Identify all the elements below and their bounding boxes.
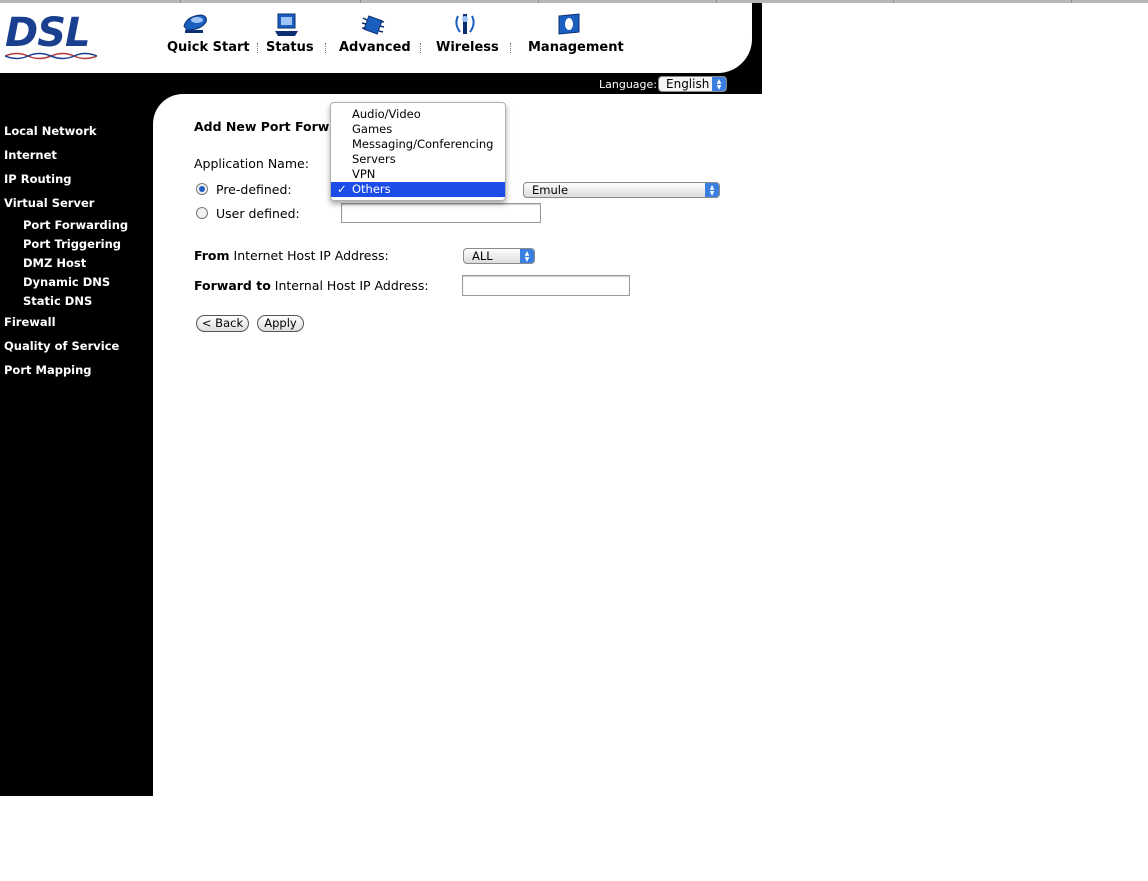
sidebar-item-firewall[interactable]: Firewall [4,315,56,329]
option-label: Games [352,122,393,136]
language-label: Language: [599,78,657,91]
dropdown-option-audio-video[interactable]: Audio/Video [331,107,505,122]
option-label: Audio/Video [352,107,421,121]
nav-label: Quick Start [167,40,250,55]
sidebar-subitem-port-forwarding[interactable]: Port Forwarding [23,218,128,232]
select-arrows-icon: ▲ ▼ [712,77,726,91]
select-arrows-icon: ▲ ▼ [705,183,719,197]
dropdown-option-servers[interactable]: Servers [331,152,505,167]
chip-icon [361,15,385,35]
dropdown-option-others[interactable]: ✓ Others [331,182,505,197]
page-title: Add New Port Forwa [194,119,338,134]
nav-quick-start[interactable]: Quick Start [167,12,250,62]
nav-status[interactable]: Status [266,12,316,62]
forward-rest-text: Internal Host IP Address: [270,278,429,293]
application-select[interactable]: Emule ▲ ▼ [523,182,720,198]
nav-divider [325,43,328,53]
category-dropdown-menu[interactable]: Audio/Video Games Messaging/Conferencing… [330,102,506,201]
antenna-icon [455,14,475,34]
checkmark-icon: ✓ [337,182,347,196]
back-button[interactable]: < Back [196,315,249,332]
sidebar-item-virtual-server[interactable]: Virtual Server [4,196,94,210]
sidebar-subitem-static-dns[interactable]: Static DNS [23,294,92,308]
sidebar-item-ip-routing[interactable]: IP Routing [4,172,72,186]
nav-divider [257,43,260,53]
predefined-label: Pre-defined: [216,182,292,197]
application-name-label: Application Name: [194,156,309,171]
option-label: Servers [352,152,396,166]
forward-host-label: Forward to Internal Host IP Address: [194,278,429,293]
forward-ip-input[interactable] [462,275,630,296]
sidebar-item-internet[interactable]: Internet [4,148,57,162]
content-corner [153,94,183,124]
sidebar-item-quality-of-service[interactable]: Quality of Service [4,339,119,353]
nav-divider [510,43,513,53]
nav-label: Advanced [339,40,411,55]
dsl-logo[interactable]: DSL [5,13,97,61]
from-rest-text: Internet Host IP Address: [229,248,389,263]
predefined-radio[interactable] [196,183,208,195]
from-bold-text: From [194,248,230,263]
select-arrows-icon: ▲ ▼ [520,249,534,263]
nav-divider [420,43,423,53]
application-select-value: Emule [532,183,569,197]
sidebar-item-port-mapping[interactable]: Port Mapping [4,363,92,377]
sidebar-subitem-dynamic-dns[interactable]: Dynamic DNS [23,275,110,289]
language-value: English [666,77,710,91]
userdefined-input[interactable] [341,203,541,223]
apply-button[interactable]: Apply [257,315,304,332]
nav-wireless[interactable]: Wireless [436,12,499,62]
sidebar-subitem-dmz-host[interactable]: DMZ Host [23,256,86,270]
logo-wave-icon [5,52,97,60]
nav-management[interactable]: Management [528,12,624,62]
dropdown-option-vpn[interactable]: VPN [331,167,505,182]
language-select[interactable]: English ▲ ▼ [658,76,727,92]
option-label: Others [352,182,391,196]
sidebar-subitem-port-triggering[interactable]: Port Triggering [23,237,121,251]
userdefined-radio[interactable] [196,207,208,219]
from-host-select-value: ALL [472,249,493,263]
modem-icon [183,14,207,33]
nav-label: Wireless [436,40,499,55]
userdefined-label: User defined: [216,206,300,221]
forward-bold-text: Forward to [194,278,271,293]
logo-text: DSL [5,10,90,56]
from-host-label: From Internet Host IP Address: [194,248,389,263]
dropdown-option-games[interactable]: Games [331,122,505,137]
sidebar-item-local-network[interactable]: Local Network [4,124,97,138]
monitor-icon [558,13,580,35]
nav-advanced[interactable]: Advanced [339,12,411,62]
option-label: VPN [352,167,376,181]
computer-icon [275,13,298,36]
nav-label: Status [266,40,314,55]
nav-label: Management [528,40,624,55]
option-label: Messaging/Conferencing [352,137,494,151]
dropdown-option-messaging-conferencing[interactable]: Messaging/Conferencing [331,137,505,152]
from-host-select[interactable]: ALL ▲ ▼ [463,248,535,264]
